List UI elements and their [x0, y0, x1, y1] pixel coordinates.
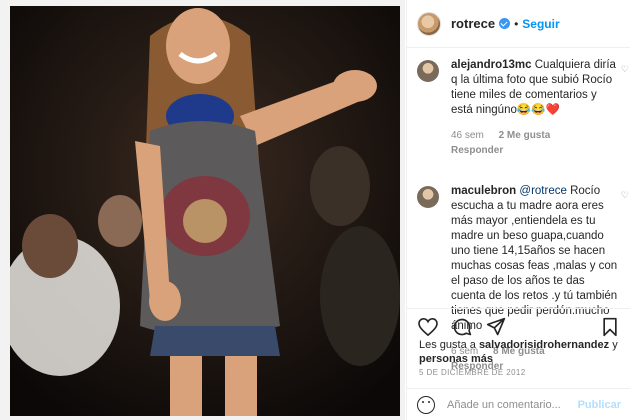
comment-username[interactable]: alejandro13mc: [451, 59, 532, 71]
comment-input[interactable]: Añade un comentario...: [447, 399, 578, 411]
author-username[interactable]: rotrece: [451, 16, 495, 31]
post-header: rotrece • Seguir: [407, 0, 630, 48]
post-photo[interactable]: [10, 6, 400, 416]
comment-avatar[interactable]: [417, 186, 439, 208]
author-avatar[interactable]: [417, 11, 441, 36]
comment-mention[interactable]: @rotrece: [519, 185, 566, 197]
comment-likes[interactable]: 2 Me gusta: [499, 130, 551, 141]
add-comment-bar: Añade un comentario... Publicar: [407, 388, 630, 420]
photo-illustration: [10, 6, 400, 416]
comment-item: alejandro13mc Cualquiera diría q la últi…: [407, 58, 630, 158]
comment-like-heart-icon[interactable]: ♡: [621, 64, 629, 75]
likes-others[interactable]: personas más: [419, 353, 493, 365]
comment-username[interactable]: maculebron: [451, 185, 516, 197]
verified-badge-icon: [499, 18, 511, 29]
emoji-icon[interactable]: [417, 395, 435, 414]
share-icon[interactable]: [485, 316, 507, 338]
comment-icon[interactable]: [451, 316, 473, 338]
comment-meta: 46 sem 2 Me gusta Responder: [451, 128, 621, 158]
heart-icon[interactable]: [417, 316, 439, 338]
post-side-panel: rotrece • Seguir alejandro13mc Cualquier…: [406, 0, 630, 420]
bookmark-icon[interactable]: [599, 316, 621, 338]
likes-prefix: Les gusta a: [419, 339, 476, 351]
likes-user[interactable]: salvadorisidrohernandez: [479, 339, 609, 351]
likes-summary: Les gusta a salvadorisidrohernandez y pe…: [419, 338, 619, 366]
likes-joiner: y: [612, 339, 618, 351]
post-actions: [407, 308, 630, 338]
post-date[interactable]: 5 DE DICIEMBRE DE 2012: [419, 368, 526, 377]
follow-button[interactable]: Seguir: [522, 17, 559, 31]
reply-button[interactable]: Responder: [451, 145, 503, 156]
publish-button[interactable]: Publicar: [578, 399, 621, 411]
comment-avatar[interactable]: [417, 60, 439, 82]
header-separator: •: [514, 16, 519, 31]
post-media-area: [0, 0, 405, 420]
comment-age[interactable]: 46 sem: [451, 130, 484, 141]
comment-like-heart-icon[interactable]: ♡: [621, 190, 629, 201]
